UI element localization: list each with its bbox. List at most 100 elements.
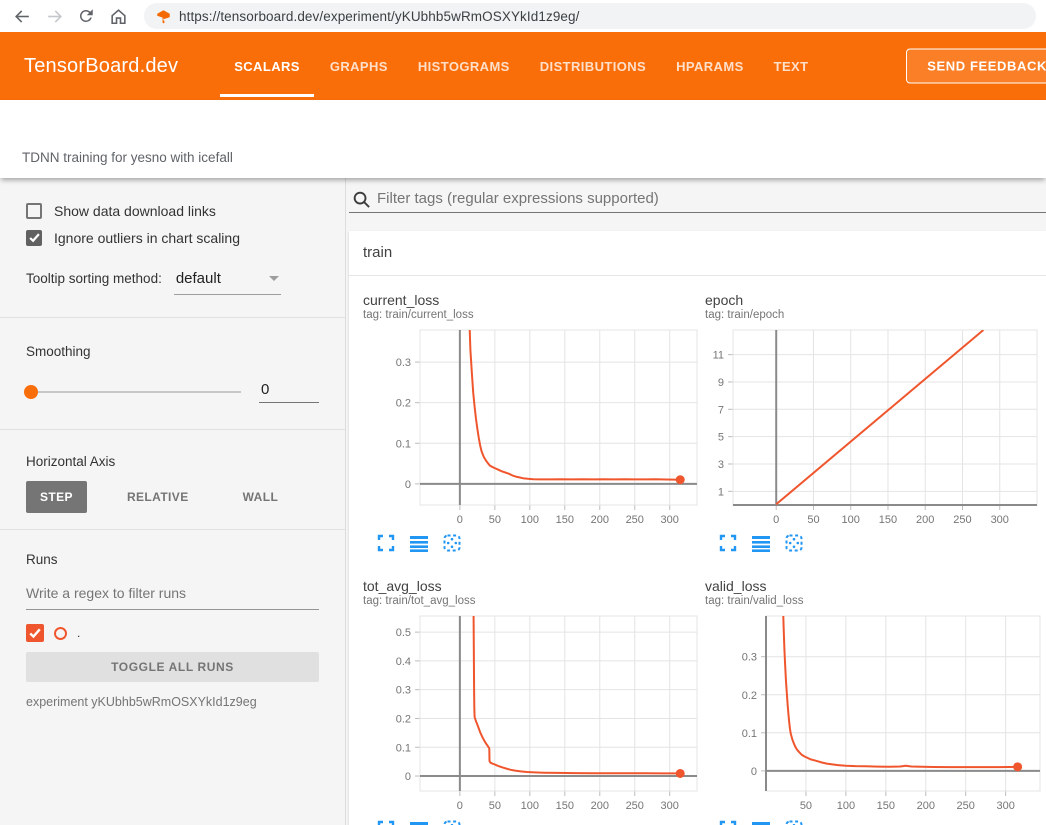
forward-icon[interactable]	[42, 4, 66, 28]
tag-filter-row	[349, 178, 1046, 213]
tab-histograms[interactable]: HISTOGRAMS	[416, 32, 512, 100]
toggle-all-runs-button[interactable]: TOGGLE ALL RUNS	[26, 652, 319, 682]
tab-distributions[interactable]: DISTRIBUTIONS	[538, 32, 648, 100]
svg-text:0: 0	[457, 800, 463, 812]
chart-title: tot_avg_loss	[363, 578, 700, 594]
svg-text:11: 11	[713, 350, 724, 362]
fit-domain-icon[interactable]	[443, 820, 461, 825]
tab-hparams[interactable]: HPARAMS	[674, 32, 746, 100]
tooltip-sorting-label: Tooltip sorting method:	[26, 271, 162, 286]
svg-text:1: 1	[718, 486, 724, 498]
tooltip-sorting-select[interactable]: default	[174, 270, 281, 295]
svg-text:0.5: 0.5	[396, 627, 411, 639]
browser-toolbar: https://tensorboard.dev/experiment/yKUbh…	[0, 0, 1046, 32]
experiment-id-caption: experiment yKUbhb5wRmOSXYkId1z9eg	[26, 695, 319, 709]
svg-text:250: 250	[953, 514, 971, 526]
run-checkbox-checked-icon[interactable]	[26, 624, 44, 642]
expand-chart-icon[interactable]	[719, 820, 737, 825]
chart-plot[interactable]: 5010015020025030000.10.20.3	[705, 612, 1042, 812]
svg-text:0.2: 0.2	[396, 398, 411, 410]
url-text: https://tensorboard.dev/experiment/yKUbh…	[179, 9, 580, 24]
chart-title: epoch	[705, 292, 1042, 308]
log-scale-icon[interactable]	[752, 534, 770, 552]
tensorboard-favicon-icon	[156, 9, 171, 24]
ignore-outliers-checkbox-row[interactable]: Ignore outliers in chart scaling	[26, 230, 319, 246]
chart-card: epoch tag: train/epoch 05010015020025030…	[705, 292, 1042, 552]
chart-actions	[705, 820, 1042, 825]
log-scale-icon[interactable]	[410, 820, 428, 825]
svg-text:0.1: 0.1	[396, 742, 411, 754]
fit-domain-icon[interactable]	[785, 820, 803, 825]
experiment-title: TDNN training for yesno with icefall	[22, 150, 233, 165]
expand-chart-icon[interactable]	[377, 534, 395, 552]
chart-plot[interactable]: 05010015020025030000.10.20.3	[363, 326, 700, 526]
svg-text:0: 0	[773, 514, 779, 526]
smoothing-value-field[interactable]: 0	[259, 381, 319, 403]
chart-card: current_loss tag: train/current_loss 050…	[363, 292, 700, 552]
tab-scalars[interactable]: SCALARS	[232, 32, 302, 100]
svg-text:0.2: 0.2	[396, 713, 411, 725]
tag-group-card: train current_loss tag: train/current_lo…	[349, 231, 1046, 825]
svg-text:150: 150	[877, 800, 895, 812]
expand-chart-icon[interactable]	[719, 534, 737, 552]
runs-label: Runs	[26, 552, 319, 567]
search-icon	[352, 190, 371, 213]
tag-filter-input[interactable]	[377, 190, 1046, 213]
axis-relative-button[interactable]: RELATIVE	[113, 481, 203, 513]
smoothing-label: Smoothing	[26, 344, 319, 359]
run-list-item[interactable]: .	[26, 624, 319, 642]
svg-text:0: 0	[457, 514, 463, 526]
svg-text:50: 50	[489, 800, 501, 812]
home-icon[interactable]	[106, 4, 130, 28]
svg-text:0: 0	[405, 771, 411, 783]
axis-step-button[interactable]: STEP	[26, 481, 87, 513]
fit-domain-icon[interactable]	[785, 534, 803, 552]
show-download-links-checkbox-row[interactable]: Show data download links	[26, 203, 319, 219]
fit-domain-icon[interactable]	[443, 534, 461, 552]
svg-text:0.4: 0.4	[396, 656, 411, 668]
run-color-swatch-icon	[54, 627, 67, 640]
svg-text:50: 50	[807, 514, 819, 526]
checkbox-unchecked-icon[interactable]	[26, 203, 42, 219]
svg-text:5: 5	[718, 432, 724, 444]
axis-wall-button[interactable]: WALL	[229, 481, 293, 513]
expand-chart-icon[interactable]	[377, 820, 395, 825]
app-header: TensorBoard.dev SCALARS GRAPHS HISTOGRAM…	[0, 32, 1046, 100]
nav-tabs: SCALARS GRAPHS HISTOGRAMS DISTRIBUTIONS …	[232, 32, 810, 100]
smoothing-slider[interactable]	[26, 391, 241, 393]
back-icon[interactable]	[10, 4, 34, 28]
svg-text:7: 7	[718, 404, 724, 416]
run-name: .	[77, 626, 80, 640]
brand-title: TensorBoard.dev	[24, 55, 178, 78]
chart-plot[interactable]: 05010015020025030000.10.20.30.40.5	[363, 612, 700, 812]
svg-text:200: 200	[591, 800, 609, 812]
svg-text:150: 150	[879, 514, 897, 526]
horizontal-axis-label: Horizontal Axis	[26, 454, 319, 469]
slider-knob[interactable]	[24, 385, 38, 399]
svg-text:0.1: 0.1	[742, 728, 757, 740]
address-bar[interactable]: https://tensorboard.dev/experiment/yKUbh…	[144, 3, 1036, 29]
svg-text:200: 200	[916, 514, 934, 526]
reload-icon[interactable]	[74, 4, 98, 28]
runs-filter-input[interactable]	[26, 581, 319, 610]
chart-card: tot_avg_loss tag: train/tot_avg_loss 050…	[363, 578, 700, 825]
log-scale-icon[interactable]	[410, 534, 428, 552]
chart-actions	[705, 534, 1042, 552]
chart-plot[interactable]: 0501001502002503001357911	[705, 326, 1042, 526]
chart-tag: tag: train/epoch	[705, 308, 1042, 322]
svg-text:100: 100	[521, 514, 539, 526]
tab-text[interactable]: TEXT	[772, 32, 811, 100]
svg-text:250: 250	[626, 514, 644, 526]
chart-tag: tag: train/valid_loss	[705, 594, 1042, 608]
send-feedback-button[interactable]: SEND FEEDBACK	[906, 49, 1046, 84]
tag-group-header[interactable]: train	[349, 231, 1046, 276]
chart-title: valid_loss	[705, 578, 1042, 594]
log-scale-icon[interactable]	[752, 820, 770, 825]
checkbox-checked-icon[interactable]	[26, 230, 42, 246]
svg-text:250: 250	[957, 800, 975, 812]
chevron-down-icon	[269, 276, 279, 281]
svg-text:200: 200	[591, 514, 609, 526]
svg-text:3: 3	[718, 459, 724, 471]
tab-graphs[interactable]: GRAPHS	[328, 32, 390, 100]
svg-text:0: 0	[405, 479, 411, 491]
